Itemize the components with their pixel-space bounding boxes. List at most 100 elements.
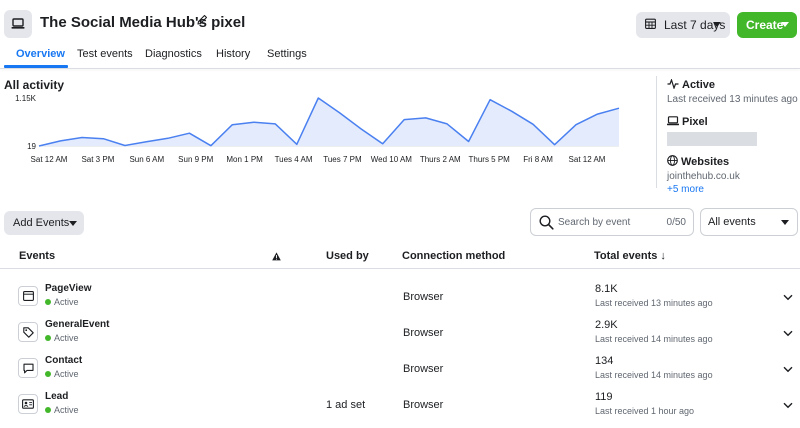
event-status-label: Active [54,369,79,379]
event-name: Lead [45,391,69,402]
date-range-button[interactable]: Last 7 days [636,12,730,38]
status-dot [45,407,51,413]
websites-heading: Websites [667,155,797,169]
tab-history[interactable]: History [216,48,250,60]
chat-bubble-icon [18,358,38,378]
x-tick-label: Wed 10 AM [371,155,413,164]
x-tick-label: Sat 12 AM [31,155,68,164]
x-tick-label: Mon 1 PM [226,155,263,164]
edit-pencil-icon[interactable] [196,14,208,29]
pixel-laptop-icon [4,10,32,38]
event-name: PageView [45,283,92,294]
status-dot [45,335,51,341]
event-search-box[interactable]: 0/50 [530,208,694,236]
calendar-icon [645,18,656,32]
event-used-by: 1 ad set [326,399,366,411]
event-connection: Browser [403,291,444,303]
table-row[interactable]: GeneralEvent Active Browser 2.9K Last re… [0,316,800,352]
event-status: Active [45,297,79,307]
pixel-label: Pixel [682,116,708,128]
event-total: 8.1K [595,283,618,295]
status-dot [45,371,51,377]
col-events[interactable]: Events [19,250,55,262]
chevron-down-icon[interactable] [783,398,793,412]
contact-card-icon [18,394,38,414]
tag-icon [18,322,38,342]
tab-overview[interactable]: Overview [16,48,65,60]
x-tick-label: Tues 4 AM [275,155,313,164]
event-total: 2.9K [595,319,618,331]
event-status: Active [45,369,79,379]
create-button[interactable]: Create [737,12,797,38]
activity-chart: 1.15K 19 Sat 12 AM Sat 3 PM Sun 6 AM Sun 9 PM… [15,94,620,164]
tab-settings[interactable]: Settings [267,48,307,60]
caret-down-icon [781,220,789,225]
warning-icon [272,250,281,264]
caret-down-icon [713,22,721,27]
pixel-heading: Pixel [667,115,797,129]
table-row[interactable]: Lead Active 1 ad set Browser 119 Last re… [0,388,800,424]
x-tick-label: Fri 8 AM [523,155,553,164]
websites-label: Websites [681,156,730,168]
x-tick-label: Sat 12 AM [569,155,606,164]
status-dot [45,299,51,305]
tabs-divider [0,68,800,69]
event-filter-dropdown[interactable]: All events [700,208,798,236]
events-table-header: Events Used by Connection method Total e… [0,243,800,269]
event-filter-label: All events [708,216,756,228]
add-events-label: Add Events [13,217,70,229]
table-row[interactable]: Contact Active Browser 134 Last received… [0,352,800,388]
table-row[interactable]: PageView Active Browser 8.1K Last receiv… [0,280,800,316]
active-label: Active [682,79,716,91]
active-heading: Active [667,77,797,92]
active-last-received: Last received 13 minutes ago [667,94,798,105]
website-domain: jointhehub.co.uk [667,171,740,182]
event-total: 119 [595,391,613,403]
event-connection: Browser [403,363,444,375]
tab-test-events[interactable]: Test events [77,48,133,60]
event-total: 134 [595,355,614,367]
y-tick-label: 1.15K [15,94,37,103]
pulse-icon [667,77,682,92]
x-tick-label: Sat 3 PM [81,155,114,164]
search-char-count: 0/50 [666,217,686,228]
tab-diagnostics[interactable]: Diagnostics [145,48,202,60]
x-tick-label: Tues 7 PM [323,155,362,164]
laptop-icon [667,115,682,129]
page-title: The Social Media Hub's pixel [40,14,246,31]
event-last-received: Last received 13 minutes ago [595,298,713,308]
pixel-id-redacted [667,132,757,146]
event-name: Contact [45,355,83,366]
caret-down-icon [69,221,77,226]
col-used-by[interactable]: Used by [326,250,369,262]
event-last-received: Last received 1 hour ago [595,406,695,416]
side-panel-divider [656,76,657,188]
side-panel: Active Last received 13 minutes ago Pixe… [667,77,798,195]
browser-window-icon [18,286,38,306]
event-status: Active [45,405,79,415]
tab-bar: Overview Test events Diagnostics History… [0,44,800,68]
event-status-label: Active [54,297,79,307]
x-tick-label: Sun 9 PM [178,155,213,164]
x-tick-label: Thurs 5 PM [469,155,511,164]
more-websites-link[interactable]: +5 more [667,184,797,195]
add-events-button[interactable]: Add Events [4,211,84,235]
y-tick-label: 19 [27,142,36,151]
chevron-down-icon[interactable] [783,326,793,340]
event-name: GeneralEvent [45,319,110,330]
x-tick-label: Thurs 2 AM [420,155,461,164]
chevron-down-icon[interactable] [783,290,793,304]
page-header: The Social Media Hub's pixel Last 7 days… [0,0,800,48]
event-status-label: Active [54,333,79,343]
search-icon [539,215,554,233]
x-tick-label: Sun 6 AM [129,155,164,164]
chevron-down-icon[interactable] [783,362,793,376]
search-input[interactable] [558,214,658,230]
event-last-received: Last received 14 minutes ago [595,334,713,344]
col-connection-method[interactable]: Connection method [402,250,505,262]
col-total-events[interactable]: Total events ↓ [594,250,666,262]
event-status: Active [45,333,79,343]
caret-down-icon [781,22,789,27]
globe-icon [667,155,681,169]
event-connection: Browser [403,399,444,411]
